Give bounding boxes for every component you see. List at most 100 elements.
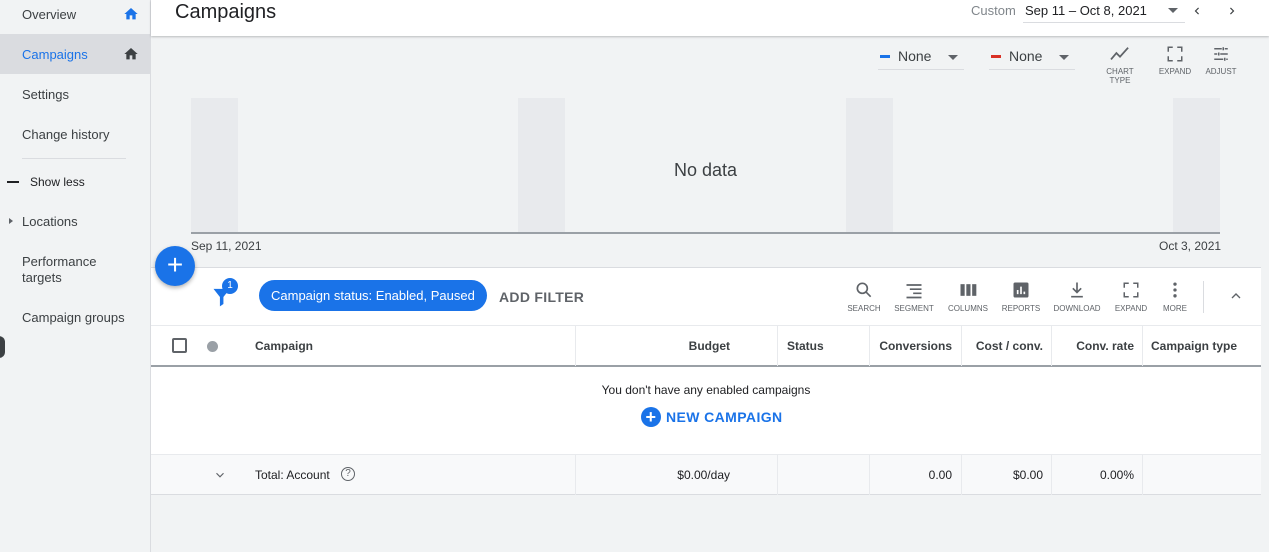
- sidebar-item-campaign-groups[interactable]: Campaign groups: [0, 297, 150, 337]
- sidebar-divider: [22, 158, 126, 159]
- sidebar-item-label: Overview: [22, 6, 77, 22]
- new-campaign-label: NEW CAMPAIGN: [666, 409, 783, 425]
- chevron-down-icon[interactable]: [213, 468, 227, 482]
- total-row: Total: Account ? $0.00/day 0.00 $0.00 0.…: [151, 454, 1261, 495]
- header-conv-rate[interactable]: Conv. rate: [1052, 326, 1134, 366]
- download-icon: [1071, 282, 1083, 298]
- header-conversions[interactable]: Conversions: [870, 326, 952, 366]
- performance-chart: No data: [191, 98, 1220, 234]
- columns-button[interactable]: COLUMNS: [943, 280, 993, 313]
- table-expand-button[interactable]: EXPAND: [1106, 280, 1156, 313]
- sidebar-item-locations[interactable]: Locations: [0, 201, 150, 241]
- download-label: DOWNLOAD: [1053, 304, 1101, 313]
- column-separator: [1142, 455, 1143, 495]
- reports-button[interactable]: REPORTS: [996, 280, 1046, 313]
- segment-button[interactable]: SEGMENT: [889, 280, 939, 313]
- dropdown-arrow-icon: [948, 55, 958, 60]
- reports-icon: [1013, 282, 1029, 298]
- fullscreen-icon: [1167, 46, 1183, 62]
- page-header: Campaigns Custom Sep 11 – Oct 8, 2021: [151, 0, 1269, 36]
- chart-x-axis: [191, 232, 1220, 234]
- metric1-swatch: [880, 55, 890, 58]
- metric2-swatch: [991, 55, 1001, 58]
- select-all-checkbox[interactable]: [172, 338, 187, 353]
- show-less-toggle[interactable]: Show less: [0, 170, 150, 194]
- minus-icon: [7, 181, 19, 183]
- sidebar-item-label: Campaign groups: [22, 309, 125, 325]
- column-separator: [777, 455, 778, 495]
- chevron-right-icon[interactable]: [1225, 4, 1239, 18]
- tune-icon: [1214, 47, 1228, 61]
- total-cost-conv: $0.00: [1012, 468, 1043, 482]
- dropdown-arrow-icon: [1059, 55, 1069, 60]
- table-expand-label: EXPAND: [1114, 304, 1148, 313]
- show-less-label: Show less: [30, 175, 85, 189]
- chart-expand-button[interactable]: EXPAND: [1150, 45, 1200, 76]
- empty-table-message: You don't have any enabled campaigns: [601, 383, 811, 397]
- add-fab-button[interactable]: +: [155, 246, 195, 286]
- sidebar: Overview Campaigns Settings Change histo…: [0, 0, 151, 552]
- search-label: SEARCH: [847, 304, 881, 313]
- add-circle-icon: +: [641, 407, 661, 427]
- fullscreen-icon: [1123, 282, 1139, 298]
- header-cost-conv[interactable]: Cost / conv.: [962, 326, 1043, 366]
- download-button[interactable]: DOWNLOAD: [1052, 280, 1102, 313]
- chart-adjust-label: ADJUST: [1205, 67, 1237, 76]
- chart-adjust-button[interactable]: ADJUST: [1196, 45, 1246, 76]
- toolbar-divider: [1203, 281, 1204, 313]
- help-icon[interactable]: ?: [341, 467, 355, 481]
- header-campaign-type[interactable]: Campaign type: [1151, 326, 1237, 366]
- header-budget[interactable]: Budget: [576, 326, 730, 366]
- page-title: Campaigns: [175, 1, 277, 23]
- filter-chip[interactable]: Campaign status: Enabled, Paused: [259, 280, 487, 311]
- column-separator: [1142, 326, 1143, 366]
- date-range-picker[interactable]: Sep 11 – Oct 8, 2021: [1025, 3, 1147, 18]
- metric2-label: None: [1009, 48, 1043, 64]
- home-icon: [124, 8, 138, 20]
- header-status[interactable]: Status: [787, 326, 824, 366]
- feedback-handle[interactable]: [0, 336, 5, 358]
- chart-line-icon: [1110, 47, 1129, 60]
- chart-x-end-label: Oct 3, 2021: [1159, 239, 1222, 253]
- add-filter-button[interactable]: ADD FILTER: [499, 289, 584, 305]
- total-conv-rate: 0.00%: [1099, 468, 1134, 482]
- total-label: Total: Account: [255, 468, 330, 482]
- sidebar-item-change-history[interactable]: Change history: [0, 114, 150, 154]
- search-icon: [856, 282, 872, 298]
- total-budget: $0.00/day: [677, 468, 730, 482]
- header-campaign[interactable]: Campaign: [255, 326, 313, 366]
- total-conversions: 0.00: [928, 468, 952, 482]
- campaign-table-card: 1 Campaign status: Enabled, Paused ADD F…: [151, 267, 1261, 495]
- segment-label: SEGMENT: [894, 304, 934, 313]
- sidebar-item-settings[interactable]: Settings: [0, 74, 150, 114]
- new-campaign-button[interactable]: + NEW CAMPAIGN: [641, 406, 783, 428]
- column-separator: [777, 326, 778, 366]
- chevron-left-icon[interactable]: [1190, 4, 1204, 18]
- sidebar-item-campaigns[interactable]: Campaigns: [0, 34, 150, 74]
- more-vert-icon: [1173, 282, 1177, 298]
- sidebar-item-label: Locations: [22, 213, 78, 229]
- metric2-dropdown[interactable]: None: [989, 42, 1075, 70]
- sidebar-item-label: Change history: [22, 126, 110, 142]
- metric1-dropdown[interactable]: None: [878, 42, 964, 70]
- chevron-up-icon[interactable]: [1228, 288, 1244, 304]
- segment-icon: [906, 284, 922, 299]
- more-button[interactable]: MORE: [1150, 280, 1200, 313]
- date-picker-underline: [1023, 22, 1185, 23]
- columns-icon: [960, 284, 977, 296]
- date-dropdown-arrow-icon[interactable]: [1168, 8, 1178, 13]
- chart-no-data-message: No data: [673, 160, 738, 180]
- sidebar-item-label: Performance targets: [22, 254, 97, 285]
- chart-type-button[interactable]: CHART TYPE: [1095, 45, 1145, 85]
- sidebar-item-overview[interactable]: Overview: [0, 0, 150, 34]
- more-label: MORE: [1163, 304, 1187, 313]
- search-button[interactable]: SEARCH: [839, 280, 889, 313]
- sidebar-item-performance-targets[interactable]: Performance targets: [0, 250, 150, 290]
- chart-x-start-label: Sep 11, 2021: [191, 239, 262, 253]
- table-header-row: Campaign Budget Status Conversions Cost …: [151, 325, 1261, 367]
- filter-count-badge: 1: [222, 278, 238, 294]
- sidebar-item-label: Settings: [22, 86, 69, 102]
- date-preset-label: Custom: [971, 3, 1016, 18]
- home-icon: [124, 48, 138, 60]
- chart-type-label: CHART TYPE: [1106, 67, 1134, 85]
